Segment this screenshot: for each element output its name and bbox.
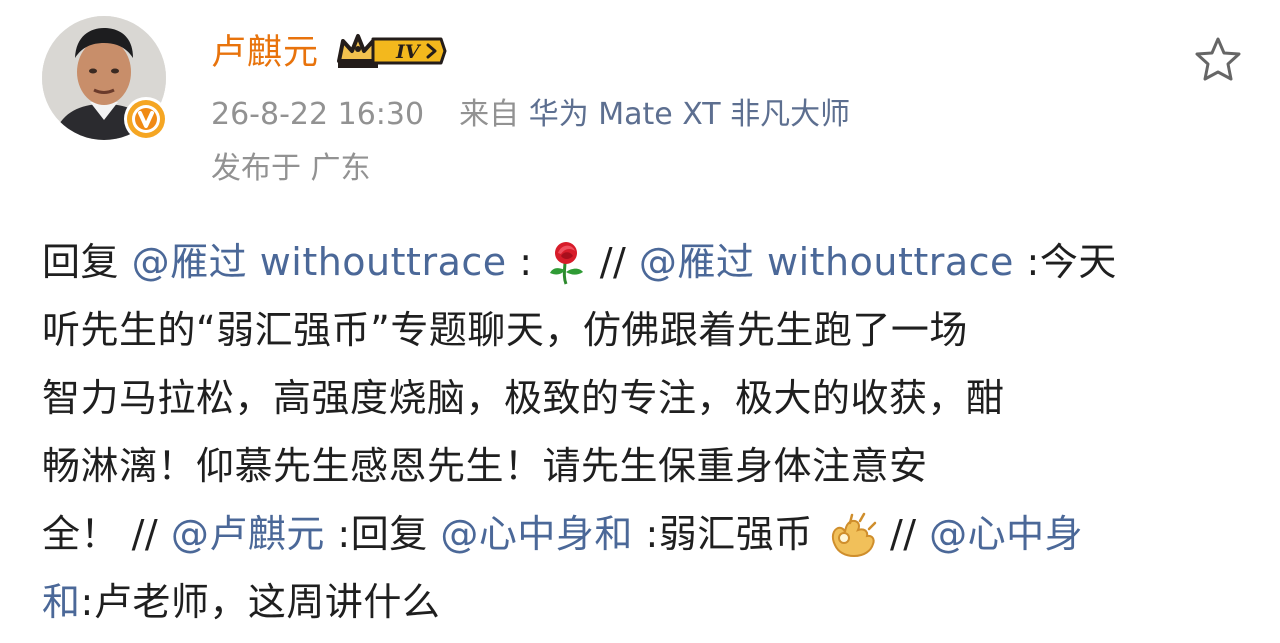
post-text: :卢老师，这周讲什么 — [80, 580, 441, 624]
author-name[interactable]: 卢麒元 — [211, 29, 319, 77]
ok-hand-emoji — [825, 510, 877, 578]
mention-link[interactable]: @心中身和 — [440, 512, 633, 556]
post-text: :弱汇强币 — [645, 512, 813, 556]
content-line-3: 智力马拉松，高强度烧脑，极致的专注，极大的收获，酣 — [42, 376, 1005, 420]
colon-separator: : — [519, 240, 533, 284]
forward-slashes: // — [889, 512, 917, 556]
post-text: 全！ — [42, 512, 120, 556]
post-device[interactable]: 华为 Mate XT 非凡大师 — [529, 97, 850, 132]
source-prefix: 来自 — [459, 97, 520, 132]
post-location: 发布于 广东 — [211, 151, 371, 186]
content-line-1: 回复 @雁过 withouttrace : // @雁过 withouttrac… — [42, 228, 1242, 296]
content-line-5: 全！ // @卢麒元 :回复 @心中身和 :弱汇强币 // @心中身 — [42, 500, 1242, 568]
content-line-4: 畅淋漓！仰慕先生感恩先生！请先生保重身体注意安 — [42, 444, 928, 488]
post-meta: 26-8-22 16:30 来自 华为 Mate XT 非凡大师 — [211, 93, 850, 137]
author-name-row: 卢麒元 IV — [211, 28, 449, 78]
verified-badge-icon — [124, 97, 168, 141]
post-content: 回复 @雁过 withouttrace : // @雁过 withouttrac… — [42, 228, 1242, 636]
forward-slashes: // — [599, 240, 627, 284]
forward-slashes: // — [131, 512, 159, 556]
content-line-6: 和:卢老师，这周讲什么 — [42, 568, 1242, 636]
post-timestamp: 26-8-22 16:30 — [211, 97, 425, 132]
mention-link[interactable]: @雁过 withouttrace — [639, 240, 1014, 284]
post-text: :回复 — [337, 512, 428, 556]
mention-link[interactable]: @雁过 withouttrace — [132, 240, 507, 284]
post-text: :今天 — [1026, 240, 1117, 284]
member-level-badge[interactable]: IV — [333, 31, 449, 75]
svg-text:IV: IV — [395, 41, 422, 63]
mention-link[interactable]: @心中身 — [929, 512, 1083, 556]
favorite-star-icon[interactable] — [1192, 34, 1244, 86]
crown-icon: IV — [337, 34, 447, 68]
mention-link[interactable]: 和 — [42, 580, 81, 624]
mention-link[interactable]: @卢麒元 — [171, 512, 325, 556]
reply-label: 回复 — [42, 240, 120, 284]
content-line-2: 听先生的“弱汇强币”专题聊天，仿佛跟着先生跑了一场 — [42, 308, 968, 352]
